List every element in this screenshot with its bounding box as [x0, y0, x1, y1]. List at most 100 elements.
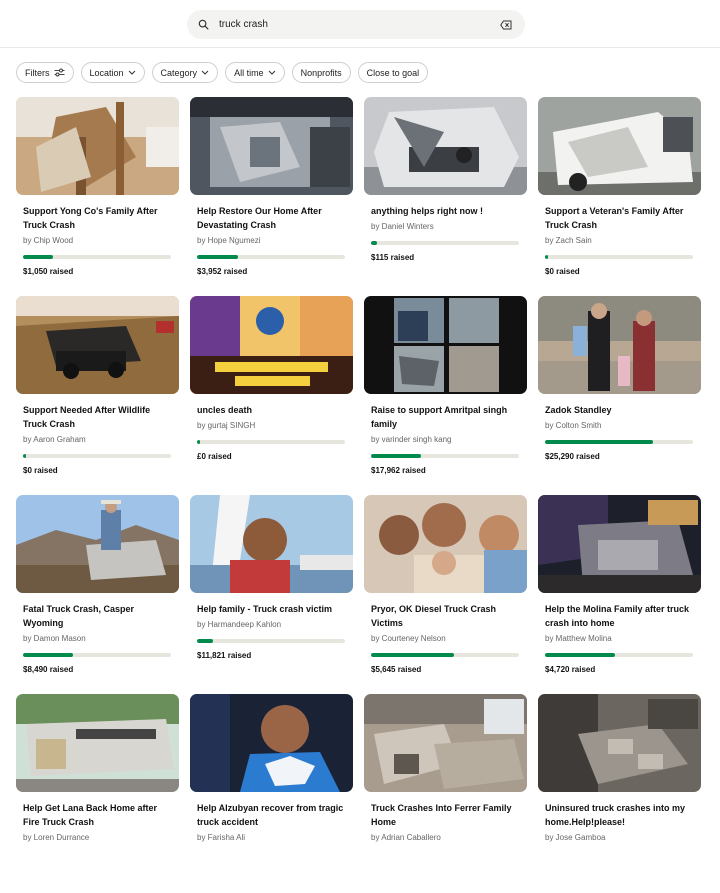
nonprofits-toggle[interactable]: Nonprofits — [291, 62, 351, 83]
fundraiser-image[interactable] — [364, 495, 527, 593]
fundraiser-image[interactable] — [16, 97, 179, 195]
organizer-byline: by Daniel Winters — [371, 222, 434, 231]
progress-bar — [371, 454, 519, 458]
progress-bar — [197, 639, 345, 643]
fundraiser-grid: Support Yong Co's Family After Truck Cra… — [16, 97, 701, 893]
organizer-byline: by Zach Sain — [545, 236, 592, 245]
clear-search-icon[interactable] — [499, 18, 513, 32]
search-bar[interactable] — [187, 10, 525, 39]
fundraiser-image[interactable] — [190, 97, 353, 195]
progress-fill — [23, 653, 74, 657]
fundraiser-card[interactable]: Help Restore Our Home After Devastating … — [190, 97, 353, 296]
fundraiser-card[interactable]: Uninsured truck crashes into my home.Hel… — [538, 694, 701, 893]
search-icon — [198, 18, 212, 32]
progress-fill — [371, 653, 454, 657]
fundraiser-title[interactable]: Help Restore Our Home After Devastating … — [197, 204, 349, 232]
chevron-down-icon — [201, 70, 209, 75]
fundraiser-title[interactable]: Zadok Standley — [545, 403, 697, 417]
search-input[interactable] — [219, 10, 499, 39]
fundraiser-title[interactable]: anything helps right now ! — [371, 204, 523, 218]
progress-bar — [545, 653, 693, 657]
fundraiser-card[interactable]: Truck Crashes Into Ferrer Family Home by… — [364, 694, 527, 893]
progress-bar — [23, 255, 171, 259]
fundraiser-title[interactable]: Truck Crashes Into Ferrer Family Home — [371, 801, 523, 829]
fundraiser-image[interactable] — [16, 694, 179, 792]
category-dropdown[interactable]: Category — [151, 62, 219, 83]
amount-raised: $3,952 raised — [197, 267, 248, 276]
fundraiser-image[interactable] — [538, 694, 701, 792]
close-to-goal-toggle[interactable]: Close to goal — [357, 62, 429, 83]
progress-fill — [545, 440, 654, 444]
fundraiser-card[interactable]: Support a Veteran's Family After Truck C… — [538, 97, 701, 296]
time-dropdown[interactable]: All time — [225, 62, 285, 83]
fundraiser-card[interactable]: Help Get Lana Back Home after Fire Truck… — [16, 694, 179, 893]
amount-raised: $1,050 raised — [23, 267, 74, 276]
amount-raised: $5,645 raised — [371, 665, 422, 674]
fundraiser-image[interactable] — [190, 694, 353, 792]
fundraiser-title[interactable]: uncles death — [197, 403, 349, 417]
fundraiser-image[interactable] — [16, 296, 179, 394]
amount-raised: $115 raised — [371, 253, 415, 262]
progress-fill — [371, 241, 377, 245]
fundraiser-card[interactable]: Support Yong Co's Family After Truck Cra… — [16, 97, 179, 296]
fundraiser-card[interactable]: Zadok Standley by Colton Smith $25,290 r… — [538, 296, 701, 495]
fundraiser-card[interactable]: Help the Molina Family after truck crash… — [538, 495, 701, 694]
filter-label: All time — [234, 67, 264, 78]
amount-raised: $11,821 raised — [197, 651, 252, 660]
fundraiser-title[interactable]: Help Get Lana Back Home after Fire Truck… — [23, 801, 175, 829]
fundraiser-card[interactable]: Fatal Truck Crash, Casper Wyoming by Dam… — [16, 495, 179, 694]
amount-raised: £0 raised — [197, 452, 232, 461]
fundraiser-card[interactable]: Support Needed After Wildlife Truck Cras… — [16, 296, 179, 495]
fundraiser-title[interactable]: Fatal Truck Crash, Casper Wyoming — [23, 602, 175, 630]
fundraiser-image[interactable] — [364, 694, 527, 792]
chevron-down-icon — [268, 70, 276, 75]
filters-button[interactable]: Filters — [16, 62, 74, 83]
progress-bar — [197, 440, 345, 444]
fundraiser-title[interactable]: Support Needed After Wildlife Truck Cras… — [23, 403, 175, 431]
fundraiser-title[interactable]: Help the Molina Family after truck crash… — [545, 602, 697, 630]
organizer-byline: by Chip Wood — [23, 236, 74, 245]
fundraiser-image[interactable] — [364, 97, 527, 195]
fundraiser-title[interactable]: Pryor, OK Diesel Truck Crash Victims — [371, 602, 523, 630]
fundraiser-image[interactable] — [16, 495, 179, 593]
fundraiser-card[interactable]: Raise to support Amritpal singh family b… — [364, 296, 527, 495]
filter-label: Filters — [25, 67, 50, 78]
organizer-byline: by Matthew Molina — [545, 634, 612, 643]
progress-bar — [545, 255, 693, 259]
fundraiser-image[interactable] — [538, 97, 701, 195]
organizer-byline: by Harmandeep Kahlon — [197, 620, 282, 629]
fundraiser-title[interactable]: Raise to support Amritpal singh family — [371, 403, 523, 431]
fundraiser-title[interactable]: Support Yong Co's Family After Truck Cra… — [23, 204, 175, 232]
fundraiser-card[interactable]: Pryor, OK Diesel Truck Crash Victims by … — [364, 495, 527, 694]
fundraiser-image[interactable] — [364, 296, 527, 394]
fundraiser-title[interactable]: Help Alzubyan recover from tragic truck … — [197, 801, 349, 829]
amount-raised: $4,720 raised — [545, 665, 596, 674]
fundraiser-image[interactable] — [190, 296, 353, 394]
location-dropdown[interactable]: Location — [80, 62, 145, 83]
amount-raised: $8,490 raised — [23, 665, 74, 674]
fundraiser-card[interactable]: anything helps right now ! by Daniel Win… — [364, 97, 527, 296]
progress-bar — [23, 653, 171, 657]
filter-label: Close to goal — [366, 67, 420, 78]
progress-fill — [197, 255, 239, 259]
amount-raised: $25,290 raised — [545, 452, 600, 461]
fundraiser-card[interactable]: uncles death by gurtaj SINGH £0 raised — [190, 296, 353, 495]
fundraiser-title[interactable]: Uninsured truck crashes into my home.Hel… — [545, 801, 697, 829]
organizer-byline: by Farisha Ali — [197, 833, 246, 842]
fundraiser-card[interactable]: Help family - Truck crash victim by Harm… — [190, 495, 353, 694]
fundraiser-image[interactable] — [538, 296, 701, 394]
organizer-byline: by Damon Mason — [23, 634, 86, 643]
filter-label: Location — [89, 67, 124, 78]
fundraiser-image[interactable] — [190, 495, 353, 593]
organizer-byline: by Loren Durrance — [23, 833, 90, 842]
progress-bar — [545, 440, 693, 444]
fundraiser-title[interactable]: Help family - Truck crash victim — [197, 602, 349, 616]
fundraiser-title[interactable]: Support a Veteran's Family After Truck C… — [545, 204, 697, 232]
progress-fill — [545, 653, 615, 657]
fundraiser-card[interactable]: Help Alzubyan recover from tragic truck … — [190, 694, 353, 893]
amount-raised: $0 raised — [545, 267, 580, 276]
amount-raised: $0 raised — [23, 466, 58, 475]
amount-raised: $17,962 raised — [371, 466, 426, 475]
filter-bar: Filters Location Category All time Nonpr… — [16, 62, 429, 83]
fundraiser-image[interactable] — [538, 495, 701, 593]
